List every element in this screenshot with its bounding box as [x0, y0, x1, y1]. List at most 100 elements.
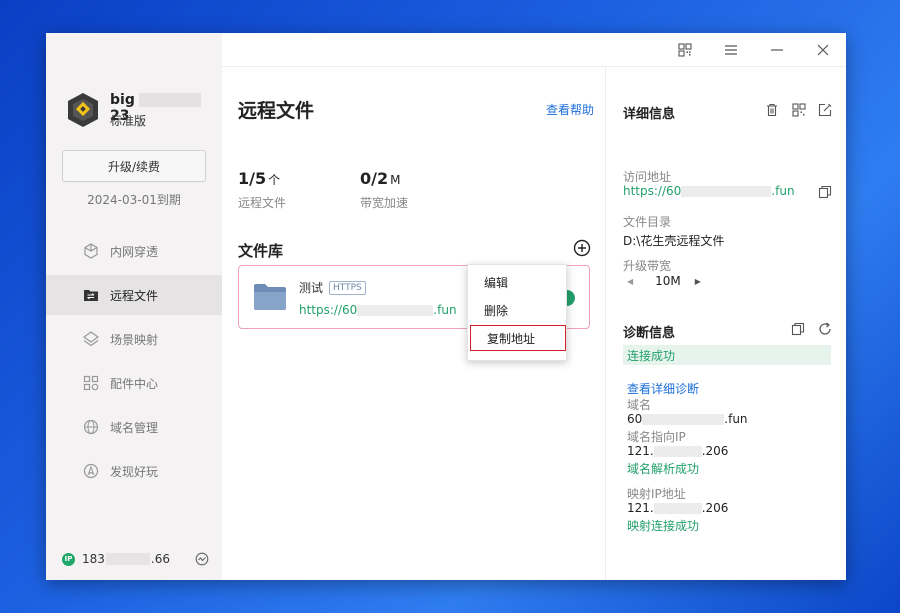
- username-prefix: big: [110, 92, 135, 108]
- dir-value: D:\花生壳远程文件: [623, 234, 725, 248]
- url-suffix: .fun: [771, 184, 795, 198]
- refresh-icon[interactable]: [818, 322, 832, 336]
- stat-label: 远程文件: [238, 196, 287, 210]
- expire-date: 2024-03-01到期: [87, 193, 181, 207]
- url-prefix: https://60: [299, 303, 358, 317]
- stat-value: 0/2: [360, 169, 389, 188]
- sidebar-item-label: 发现好玩: [110, 464, 159, 479]
- minimize-icon[interactable]: [768, 41, 786, 59]
- masked-region: [642, 414, 725, 425]
- file-url[interactable]: https://60 .fun: [299, 303, 457, 317]
- chevron-left-icon[interactable]: ◀: [627, 277, 633, 286]
- trash-icon[interactable]: [765, 103, 779, 117]
- domain-prefix: 60: [627, 412, 643, 426]
- access-label: 访问地址: [623, 170, 672, 184]
- masked-region: [105, 553, 150, 565]
- copy-icon[interactable]: [818, 185, 832, 199]
- url-prefix: https://60: [623, 184, 682, 198]
- close-icon[interactable]: [814, 41, 832, 59]
- sidebar-item-accessories[interactable]: 配件中心: [46, 363, 222, 403]
- ip-prefix: 183: [82, 552, 105, 566]
- masked-region: [653, 446, 702, 457]
- sidebar-item-label: 远程文件: [110, 288, 159, 303]
- masked-region: [681, 186, 772, 197]
- qr-code-icon[interactable]: [792, 103, 806, 117]
- cube-icon: [82, 242, 100, 260]
- folder-transfer-icon: [82, 286, 100, 304]
- sidebar-item-label: 内网穿透: [110, 244, 159, 259]
- map-ip-label: 映射IP地址: [627, 487, 686, 501]
- sidebar-item-domains[interactable]: 域名管理: [46, 407, 222, 447]
- library-title: 文件库: [238, 242, 284, 260]
- connection-status-banner: 连接成功: [623, 345, 831, 365]
- https-badge: HTTPS: [329, 280, 366, 295]
- edit-icon[interactable]: [818, 103, 832, 117]
- globe-icon: [82, 418, 100, 436]
- bandwidth-stepper[interactable]: ◀ 10M ▶: [627, 274, 701, 288]
- access-url[interactable]: https://60 .fun: [623, 184, 795, 198]
- ip-badge-icon: IP: [62, 552, 75, 566]
- menu-item-delete[interactable]: 删除: [468, 297, 566, 323]
- sidebar-item-intranet[interactable]: 内网穿透: [46, 231, 222, 271]
- detail-diagnosis-link[interactable]: 查看详细诊断: [627, 380, 699, 397]
- sidebar-nav: 内网穿透 远程文件 场景映射 配件中心 域名管理 发现好玩: [46, 231, 222, 495]
- masked-region: [357, 305, 434, 316]
- titlebar: [222, 33, 846, 67]
- diagnosis-title: 诊断信息: [623, 326, 676, 341]
- sidebar: big23 标准版 升级/续费 2024-03-01到期 内网穿透 远程文件 场…: [46, 33, 222, 580]
- layers-icon: [82, 330, 100, 348]
- user-badge-icon: [68, 93, 98, 127]
- domain-label: 域名: [627, 398, 652, 412]
- chevron-right-icon[interactable]: ▶: [695, 277, 701, 286]
- bandwidth-label: 升级带宽: [623, 259, 672, 273]
- stat-value: 1/5: [238, 169, 267, 188]
- url-suffix: .fun: [433, 303, 457, 317]
- app-window: big23 标准版 升级/续费 2024-03-01到期 内网穿透 远程文件 场…: [46, 33, 846, 580]
- domain-ip-value: 121. .206: [627, 444, 728, 458]
- map-connect-status: 映射连接成功: [627, 519, 700, 533]
- dir-label: 文件目录: [623, 215, 672, 229]
- stat-unit: M: [390, 173, 401, 187]
- menu-icon[interactable]: [722, 41, 740, 59]
- domain-suffix: .fun: [724, 412, 748, 426]
- bandwidth-value: 10M: [655, 274, 681, 288]
- ip-suffix: .206: [701, 444, 729, 458]
- folder-icon: [253, 283, 287, 311]
- qr-code-icon[interactable]: [676, 41, 694, 59]
- sidebar-item-label: 场景映射: [110, 332, 159, 347]
- details-panel: 详细信息 访问地址 https://60 .fun 文件目录 D:\花生壳远程文件…: [607, 67, 846, 580]
- domain-resolve-status: 域名解析成功: [627, 462, 700, 476]
- ip-suffix: .206: [701, 501, 729, 515]
- page-title: 远程文件: [238, 100, 315, 122]
- map-ip-value: 121. .206: [627, 501, 728, 515]
- stat-label: 带宽加速: [360, 196, 409, 210]
- grid-icon: [82, 374, 100, 392]
- avatar[interactable]: [64, 91, 102, 129]
- sidebar-item-label: 配件中心: [110, 376, 159, 391]
- compass-icon: [82, 462, 100, 480]
- add-icon[interactable]: [573, 239, 591, 257]
- help-link[interactable]: 查看帮助: [546, 101, 594, 118]
- ip-suffix: .66: [150, 552, 170, 566]
- ip-footer: IP 183 .66: [62, 552, 170, 566]
- sidebar-item-discover[interactable]: 发现好玩: [46, 451, 222, 491]
- edition-label: 标准版: [110, 114, 147, 128]
- context-menu: 编辑 删除 复制地址: [467, 264, 567, 361]
- stat-bandwidth: 0/2 M: [360, 169, 400, 188]
- ip-prefix: 121.: [627, 501, 654, 515]
- sidebar-item-label: 域名管理: [110, 420, 159, 435]
- menu-item-copy-address[interactable]: 复制地址: [470, 325, 566, 351]
- domain-ip-label: 域名指向IP: [627, 430, 686, 444]
- upgrade-button[interactable]: 升级/续费: [62, 150, 206, 182]
- network-monitor-icon[interactable]: [195, 552, 209, 566]
- details-title: 详细信息: [623, 107, 676, 122]
- stat-files: 1/5 个: [238, 169, 280, 188]
- domain-value: 60 .fun: [627, 412, 748, 426]
- stat-unit: 个: [268, 173, 281, 187]
- masked-region: [138, 93, 201, 107]
- sidebar-item-remote-files[interactable]: 远程文件: [46, 275, 222, 315]
- file-name: 测试 HTTPS: [299, 279, 366, 296]
- menu-item-edit[interactable]: 编辑: [468, 269, 566, 295]
- sidebar-item-scene-mapping[interactable]: 场景映射: [46, 319, 222, 359]
- copy-icon[interactable]: [791, 322, 805, 336]
